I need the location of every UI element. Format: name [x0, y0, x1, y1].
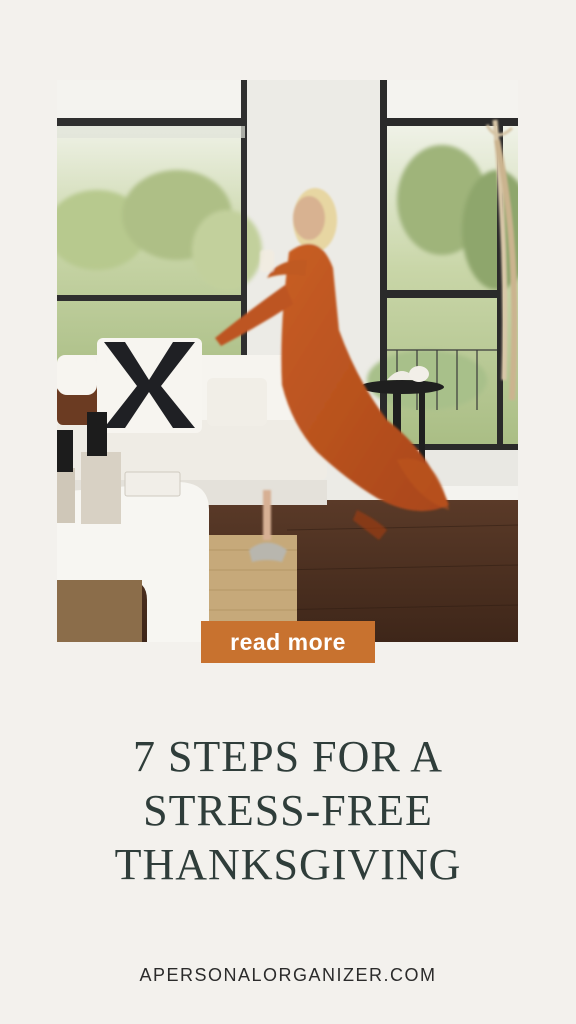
title-line-3: THANKSGIVING: [114, 840, 462, 889]
read-more-button[interactable]: read more: [201, 621, 375, 663]
hero-photo[interactable]: [57, 80, 518, 642]
title-line-2: STRESS-FREE: [143, 786, 433, 835]
title-line-1: 7 STEPS FOR A: [132, 732, 444, 781]
article-title: 7 STEPS FOR A STRESS-FREE THANKSGIVING: [0, 730, 576, 892]
website-link[interactable]: APERSONALORGANIZER.COM: [0, 965, 576, 986]
living-room-illustration: [57, 80, 518, 642]
coffee-table: [57, 471, 209, 642]
pillow: [97, 338, 202, 433]
